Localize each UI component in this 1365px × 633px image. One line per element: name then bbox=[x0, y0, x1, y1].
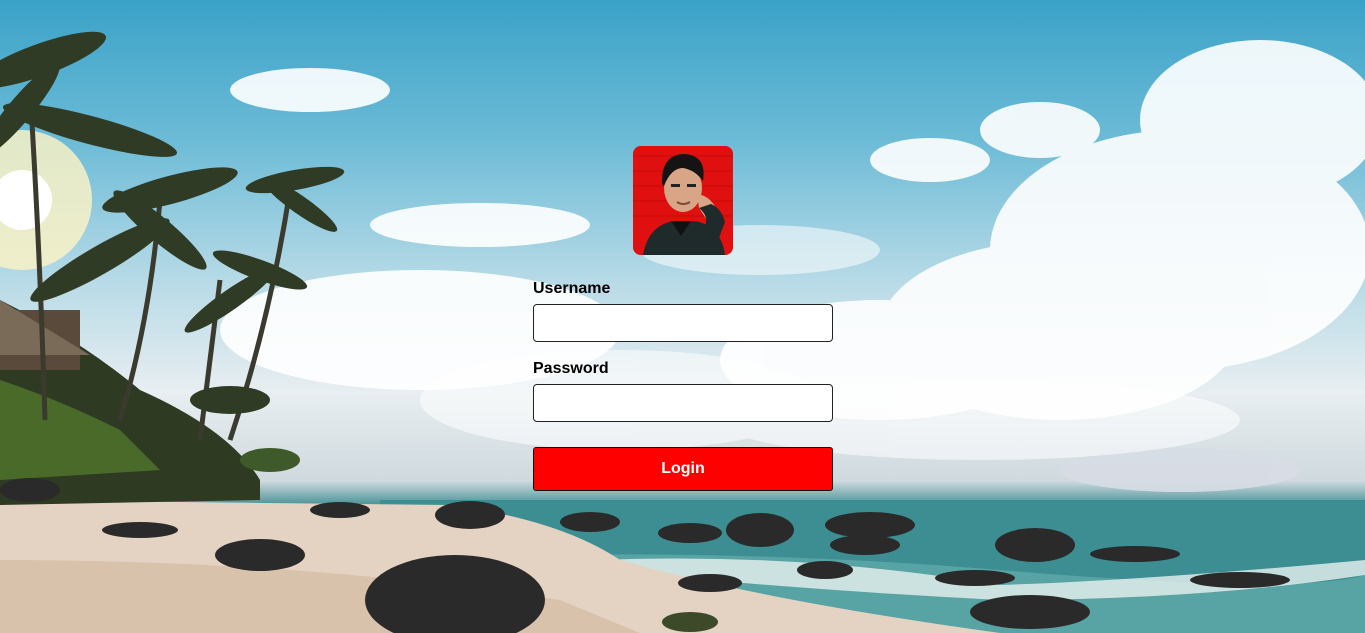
profile-avatar bbox=[633, 146, 733, 255]
avatar-portrait-image bbox=[633, 146, 733, 255]
login-page: Username Password Login bbox=[0, 0, 1365, 633]
login-button[interactable]: Login bbox=[533, 447, 833, 491]
username-label: Username bbox=[533, 280, 611, 297]
password-label: Password bbox=[533, 360, 609, 377]
password-input[interactable] bbox=[533, 384, 833, 422]
username-input[interactable] bbox=[533, 304, 833, 342]
login-form: Username Password Login bbox=[533, 146, 833, 491]
